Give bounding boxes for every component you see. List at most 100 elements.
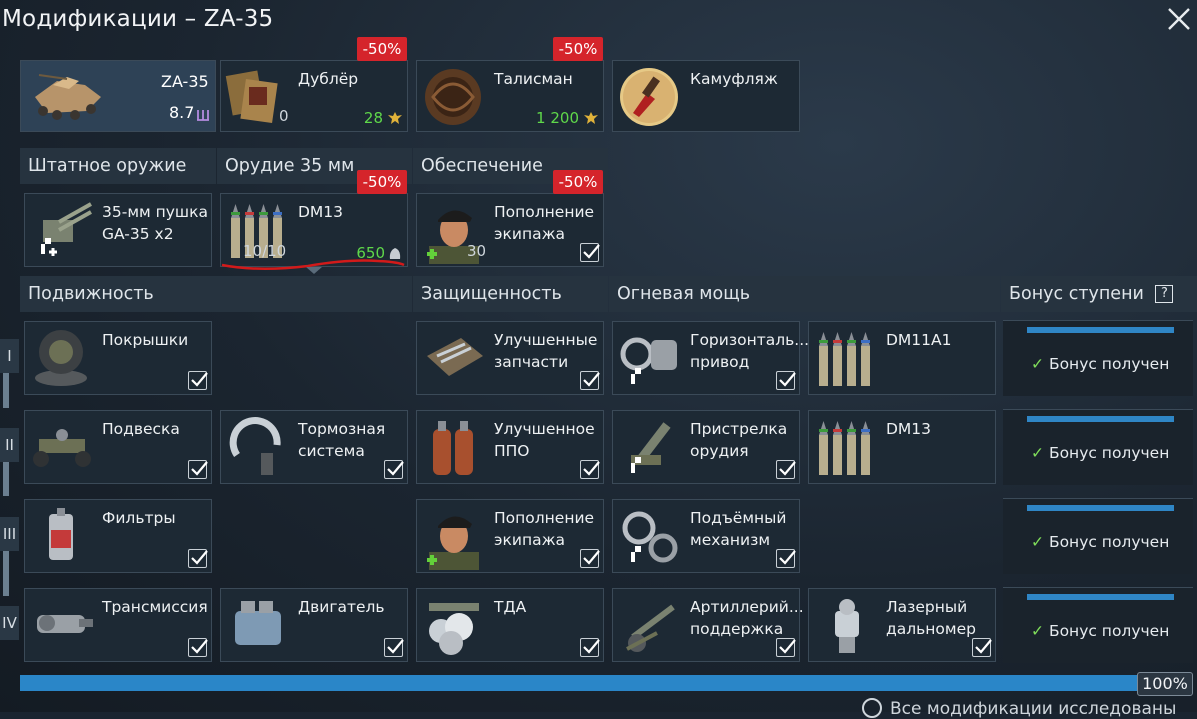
bonus-text: ✓ Бонус получен xyxy=(1031,533,1170,551)
mod-filters[interactable]: Фильтры xyxy=(24,499,212,573)
checkbox[interactable] xyxy=(972,638,992,657)
checkbox[interactable] xyxy=(384,638,404,657)
filter-icon xyxy=(29,504,97,570)
tier-bonus-label: Бонус ступени xyxy=(1009,284,1144,304)
research-status-text: Все модификации исследованы xyxy=(890,699,1177,719)
drive-icon xyxy=(617,326,685,392)
camouflage-card[interactable]: Камуфляж xyxy=(612,60,800,132)
mod-label: Фильтры xyxy=(102,509,176,527)
mod-engine[interactable]: Двигатель xyxy=(220,588,408,662)
tier-2: II xyxy=(0,428,19,462)
research-progress-percent: 100% xyxy=(1137,672,1193,696)
eagle-icon xyxy=(583,110,599,126)
crew-refill-discount-badge: -50% xyxy=(553,170,603,194)
mod-transmission[interactable]: Трансмиссия xyxy=(24,588,212,662)
tier-connector xyxy=(3,460,9,496)
research-status: Все модификации исследованы xyxy=(862,698,1176,719)
cannon-card[interactable]: 35-мм пушка GA-35 x2 xyxy=(24,193,212,267)
help-icon[interactable]: ? xyxy=(1155,285,1174,303)
mod-label: Двигатель xyxy=(298,598,385,616)
dm13-discount-badge: -50% xyxy=(357,170,407,194)
mod-label: Горизонталь... привод xyxy=(690,331,810,371)
vehicle-card[interactable]: ZA-35 8.7 xyxy=(20,60,216,132)
bonus-progress-bar xyxy=(1027,505,1174,511)
gear-icon xyxy=(617,504,685,570)
mod-label: Покрышки xyxy=(102,331,189,349)
ammo-icon xyxy=(813,415,881,481)
mod-elevation-mechanism[interactable]: Подъёмный механизм xyxy=(612,499,800,573)
dm13-label: DM13 xyxy=(298,203,344,221)
mod-artillery-support[interactable]: Артиллерий... поддержка xyxy=(612,588,804,662)
rangefinder-icon xyxy=(813,593,881,659)
vehicle-br: 8.7 xyxy=(169,103,195,122)
bonus-text: ✓ Бонус получен xyxy=(1031,622,1170,640)
crew-portrait-icon xyxy=(421,504,489,570)
bonus-progress-bar xyxy=(1027,594,1174,600)
checkbox[interactable] xyxy=(580,638,600,657)
mod-label: Подъёмный механизм xyxy=(690,509,787,549)
tier-1: I xyxy=(0,339,19,373)
checkbox[interactable] xyxy=(580,243,600,262)
mod-label: Улучшенные запчасти xyxy=(494,331,598,371)
checkbox[interactable] xyxy=(776,638,796,657)
header-firepower: Огневая мощь xyxy=(609,276,1000,312)
status-icon xyxy=(862,698,882,718)
brake-icon xyxy=(225,415,293,481)
header-mobility: Подвижность xyxy=(20,276,412,312)
backup-price: 28 xyxy=(363,109,383,127)
checkbox[interactable] xyxy=(776,460,796,479)
mod-dm13[interactable]: DM13 xyxy=(808,410,996,484)
mod-label: DM11A1 xyxy=(886,331,952,349)
cannon-label: 35-мм пушка GA-35 x2 xyxy=(102,203,208,243)
talisman-icon xyxy=(421,65,489,131)
mod-suspension[interactable]: Подвеска xyxy=(24,410,212,484)
checkbox[interactable] xyxy=(776,371,796,390)
tier-4: IV xyxy=(0,606,19,640)
mod-crew-replenish[interactable]: Пополнение экипажа xyxy=(416,499,604,573)
backup-count: 0 xyxy=(279,107,289,125)
checkbox[interactable] xyxy=(384,460,404,479)
artillery-icon xyxy=(617,593,685,659)
checkbox[interactable] xyxy=(188,371,208,390)
checkbox[interactable] xyxy=(580,549,600,568)
talisman-card[interactable]: Талисман 1 200 xyxy=(416,60,604,132)
checkbox[interactable] xyxy=(776,549,796,568)
mod-tires[interactable]: Покрышки xyxy=(24,321,212,395)
cannon-icon xyxy=(29,198,97,264)
close-icon[interactable] xyxy=(1166,6,1192,32)
header-protection: Защищенность xyxy=(413,276,608,312)
bonus-text: ✓ Бонус получен xyxy=(1031,355,1170,373)
tier-connector xyxy=(3,372,9,408)
mod-dm11a1[interactable]: DM11A1 xyxy=(808,321,996,395)
checkbox[interactable] xyxy=(580,371,600,390)
extinguisher-icon xyxy=(421,415,489,481)
research-progress-bar xyxy=(20,675,1190,691)
mod-horizontal-drive[interactable]: Горизонталь... привод xyxy=(612,321,809,395)
transmission-icon xyxy=(29,593,97,659)
mod-label: Пополнение экипажа xyxy=(494,509,595,549)
mortar-icon xyxy=(617,415,685,481)
header-tier-bonus: Бонус ступени ? xyxy=(1001,276,1197,312)
smoke-icon xyxy=(421,593,489,659)
mod-gun-zeroing[interactable]: Пристрелка орудия xyxy=(612,410,800,484)
mod-brakes[interactable]: Тормозная система xyxy=(220,410,408,484)
toolkit-icon xyxy=(421,326,489,392)
mod-label: Трансмиссия xyxy=(102,598,208,616)
mod-smoke-system[interactable]: ТДА xyxy=(416,588,604,662)
checkbox[interactable] xyxy=(188,638,208,657)
mod-improved-parts[interactable]: Улучшенные запчасти xyxy=(416,321,604,395)
backup-discount-badge: -50% xyxy=(357,37,407,61)
tier-connector xyxy=(3,550,9,596)
checkbox[interactable] xyxy=(188,460,208,479)
talisman-label: Талисман xyxy=(494,70,573,88)
crew-refill-card[interactable]: Пополнение экипажа 30 xyxy=(416,193,604,267)
crew-refill-label: Пополнение экипажа xyxy=(494,203,595,243)
mod-laser-rangefinder[interactable]: Лазерный дальномер xyxy=(808,588,996,662)
checkbox[interactable] xyxy=(188,549,208,568)
checkbox[interactable] xyxy=(580,460,600,479)
bonus-progress-bar xyxy=(1027,327,1174,333)
suspension-icon xyxy=(29,415,97,481)
backup-card[interactable]: Дублёр 0 28 xyxy=(220,60,408,132)
mod-label: Пристрелка орудия xyxy=(690,420,788,460)
mod-improved-fire-protection[interactable]: Улучшенное ППО xyxy=(416,410,604,484)
